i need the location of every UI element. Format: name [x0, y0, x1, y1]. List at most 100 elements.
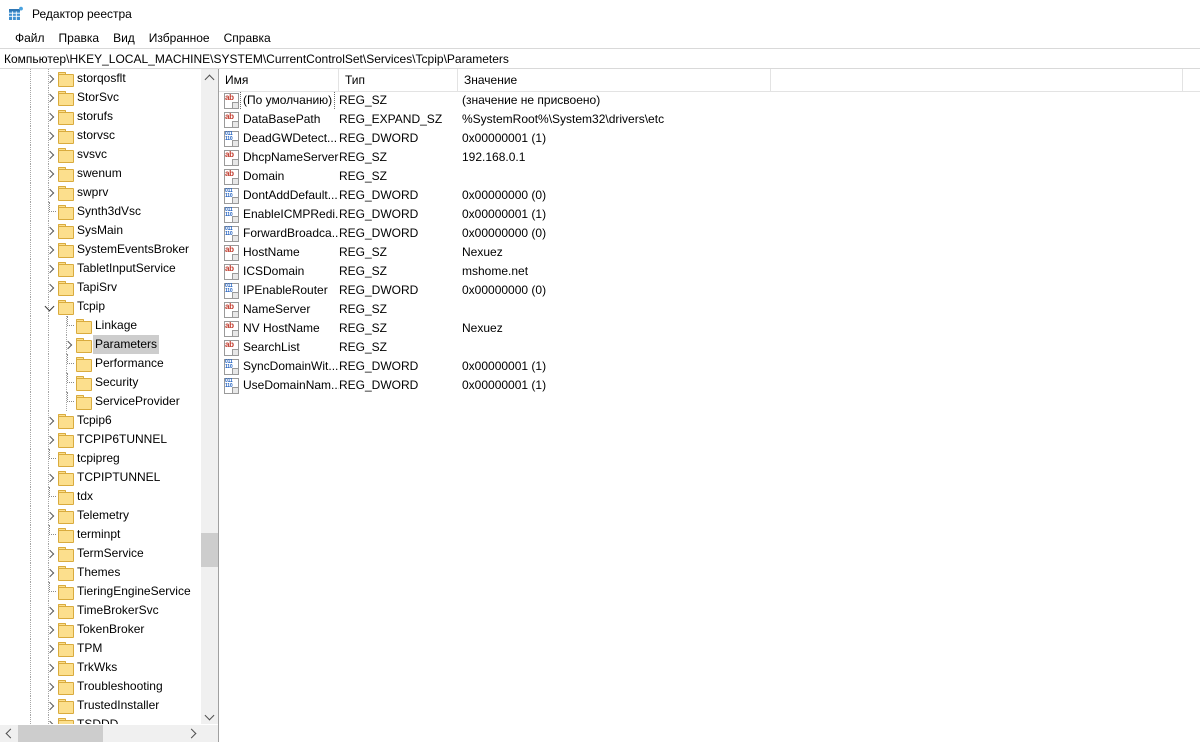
value-row[interactable]: 011 110 IPEnableRouter REG_DWORD 0x00000000 … [219, 281, 1200, 300]
value-row[interactable]: 011 110 SyncDomainWit... REG_DWORD 0x0000000… [219, 357, 1200, 376]
tree-item-tapisrv[interactable]: TapiSrv [0, 278, 201, 297]
chevron-right-icon[interactable] [42, 259, 58, 278]
values-list-rows[interactable]: ab (По умолчанию) REG_SZ (значение не присв… [219, 91, 1200, 742]
value-row[interactable]: 011 110 EnableICMPRedi... REG_DWORD 0x000000… [219, 205, 1200, 224]
tree-item-trustedinstaller[interactable]: TrustedInstaller [0, 696, 201, 715]
tree-item-systemeventsbroker[interactable]: SystemEventsBroker [0, 240, 201, 259]
tree-vscroll-thumb[interactable] [201, 533, 218, 567]
value-name-cell[interactable]: 011 110 IPEnableRouter [219, 281, 339, 300]
tree-item-tdx[interactable]: tdx [0, 487, 201, 506]
value-row[interactable]: ab ICSDomain REG_SZ mshome.net [219, 262, 1200, 281]
value-row[interactable]: ab HostName REG_SZ Nexuez [219, 243, 1200, 262]
chevron-right-icon[interactable] [42, 126, 58, 145]
value-name-cell[interactable]: 011 110 ForwardBroadca... [219, 224, 339, 243]
tree-item-tcpip[interactable]: Tcpip [0, 297, 201, 316]
chevron-right-icon[interactable] [42, 69, 58, 88]
chevron-right-icon[interactable] [42, 240, 58, 259]
chevron-right-icon[interactable] [42, 563, 58, 582]
value-row[interactable]: 011 110 DeadGWDetect... REG_DWORD 0x00000001… [219, 129, 1200, 148]
tree-item-security[interactable]: Security [0, 373, 201, 392]
tree-item-storufs[interactable]: storufs [0, 107, 201, 126]
value-name-cell[interactable]: ab DhcpNameServer [219, 148, 339, 167]
scroll-up-icon[interactable] [201, 69, 218, 86]
tree-item-sysmain[interactable]: SysMain [0, 221, 201, 240]
tree-item-tcpiptunnel[interactable]: TCPIPTUNNEL [0, 468, 201, 487]
chevron-right-icon[interactable] [42, 411, 58, 430]
tree-item-svsvc[interactable]: svsvc [0, 145, 201, 164]
tree-item-swenum[interactable]: swenum [0, 164, 201, 183]
tree-item-tieringengineservice[interactable]: TieringEngineService [0, 582, 201, 601]
value-name-cell[interactable]: 011 110 UseDomainNam... [219, 376, 339, 395]
value-name-cell[interactable]: ab NV HostName [219, 319, 339, 338]
chevron-right-icon[interactable] [42, 506, 58, 525]
value-name-cell[interactable]: 011 110 EnableICMPRedi... [219, 205, 339, 224]
tree-item-terminpt[interactable]: terminpt [0, 525, 201, 544]
value-row[interactable]: ab Domain REG_SZ [219, 167, 1200, 186]
tree-item-tcpipreg[interactable]: tcpipreg [0, 449, 201, 468]
menu-item-favorites[interactable]: Избранное [142, 30, 217, 46]
tree-item-storvsc[interactable]: storvsc [0, 126, 201, 145]
value-name-cell[interactable]: ab NameServer [219, 300, 339, 319]
value-row[interactable]: ab (По умолчанию) REG_SZ (значение не присв… [219, 91, 1200, 110]
scroll-left-icon[interactable] [0, 725, 17, 742]
column-header-тип[interactable]: Тип [339, 69, 458, 91]
value-row[interactable]: ab NV HostName REG_SZ Nexuez [219, 319, 1200, 338]
tree-item-trkwks[interactable]: TrkWks [0, 658, 201, 677]
tree-item-tokenbroker[interactable]: TokenBroker [0, 620, 201, 639]
value-row[interactable]: ab DataBasePath REG_EXPAND_SZ %SystemRoot%\… [219, 110, 1200, 129]
chevron-right-icon[interactable] [42, 658, 58, 677]
tree-item-timebrokersvc[interactable]: TimeBrokerSvc [0, 601, 201, 620]
value-name-cell[interactable]: ab HostName [219, 243, 339, 262]
values-list-header[interactable]: Имя Тип Значение [219, 69, 1200, 92]
tree-vertical-scrollbar[interactable] [200, 69, 218, 725]
tree-item-swprv[interactable]: swprv [0, 183, 201, 202]
chevron-right-icon[interactable] [42, 221, 58, 240]
value-name-cell[interactable]: ab ICSDomain [219, 262, 339, 281]
tree-item-tcpip6tunnel[interactable]: TCPIP6TUNNEL [0, 430, 201, 449]
tree-item-synth3dvsc[interactable]: Synth3dVsc [0, 202, 201, 221]
chevron-right-icon[interactable] [42, 88, 58, 107]
chevron-down-icon[interactable] [42, 297, 58, 316]
tree-item-linkage[interactable]: Linkage [0, 316, 201, 335]
tree-item-storsvc[interactable]: StorSvc [0, 88, 201, 107]
chevron-right-icon[interactable] [42, 468, 58, 487]
menu-item-view[interactable]: Вид [106, 30, 142, 46]
chevron-right-icon[interactable] [42, 183, 58, 202]
chevron-right-icon[interactable] [42, 696, 58, 715]
tree-item-tcpip6[interactable]: Tcpip6 [0, 411, 201, 430]
tree-item-parameters[interactable]: Parameters [0, 335, 201, 354]
address-bar[interactable]: Компьютер\HKEY_LOCAL_MACHINE\SYSTEM\Curr… [0, 48, 1200, 69]
tree-item-tpm[interactable]: TPM [0, 639, 201, 658]
value-row[interactable]: ab DhcpNameServer REG_SZ 192.168.0.1 [219, 148, 1200, 167]
tree-hscroll-thumb[interactable] [18, 725, 103, 742]
value-name-cell[interactable]: ab DataBasePath [219, 110, 339, 129]
value-row[interactable]: ab SearchList REG_SZ [219, 338, 1200, 357]
registry-tree[interactable]: storqosflt StorSvc storufs storvsc svsvc swen… [0, 69, 201, 725]
tree-item-telemetry[interactable]: Telemetry [0, 506, 201, 525]
tree-item-storqosflt[interactable]: storqosflt [0, 69, 201, 88]
menu-item-file[interactable]: Файл [8, 30, 52, 46]
tree-item-themes[interactable]: Themes [0, 563, 201, 582]
value-row[interactable]: 011 110 DontAddDefault... REG_DWORD 0x000000… [219, 186, 1200, 205]
tree-item-troubleshooting[interactable]: Troubleshooting [0, 677, 201, 696]
tree-horizontal-scrollbar[interactable] [0, 724, 218, 742]
value-name-cell[interactable]: ab (По умолчанию) [219, 91, 339, 110]
scroll-right-icon[interactable] [184, 725, 201, 742]
value-name-cell[interactable]: 011 110 DontAddDefault... [219, 186, 339, 205]
value-name-cell[interactable]: ab SearchList [219, 338, 339, 357]
chevron-right-icon[interactable] [42, 544, 58, 563]
tree-item-performance[interactable]: Performance [0, 354, 201, 373]
value-name-cell[interactable]: 011 110 DeadGWDetect... [219, 129, 339, 148]
chevron-right-icon[interactable] [42, 620, 58, 639]
menu-item-help[interactable]: Справка [217, 30, 278, 46]
column-header-имя[interactable]: Имя [219, 69, 339, 91]
value-row[interactable]: 011 110 ForwardBroadca... REG_DWORD 0x000000… [219, 224, 1200, 243]
chevron-right-icon[interactable] [42, 601, 58, 620]
chevron-right-icon[interactable] [42, 164, 58, 183]
value-name-cell[interactable]: ab Domain [219, 167, 339, 186]
chevron-right-icon[interactable] [42, 145, 58, 164]
tree-item-serviceprovider[interactable]: ServiceProvider [0, 392, 201, 411]
chevron-right-icon[interactable] [60, 335, 76, 354]
tree-item-tabletinputservice[interactable]: TabletInputService [0, 259, 201, 278]
value-row[interactable]: 011 110 UseDomainNam... REG_DWORD 0x00000001… [219, 376, 1200, 395]
